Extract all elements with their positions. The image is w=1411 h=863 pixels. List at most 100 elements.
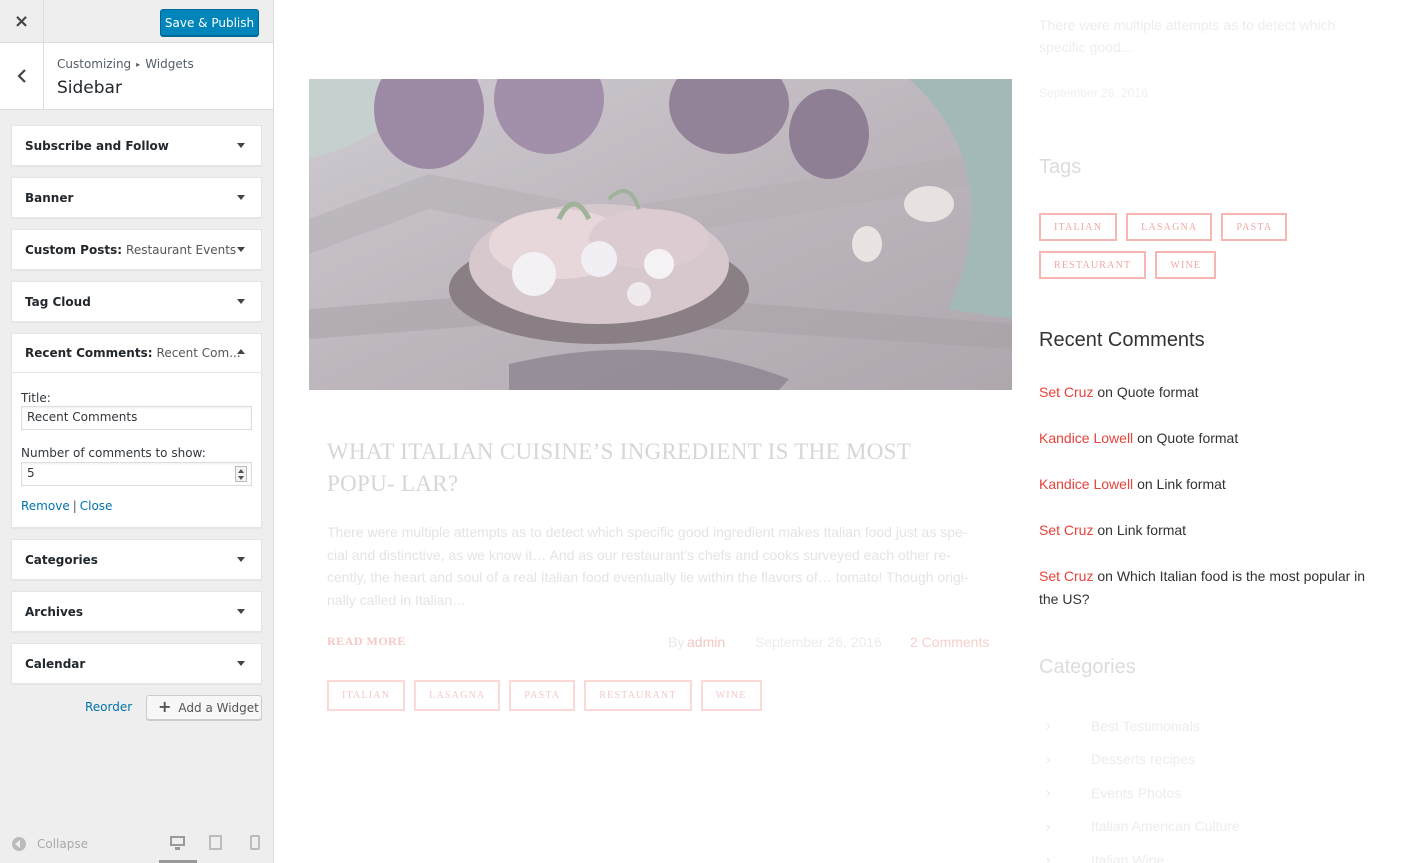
- tags-widget-title: Tags: [1039, 156, 1082, 178]
- category-item[interactable]: › Best Testimonials: [1046, 709, 1240, 743]
- category-label: Italian Wine: [1091, 851, 1165, 863]
- tag-cloud-item[interactable]: PASTA: [1221, 213, 1288, 241]
- back-button[interactable]: [0, 43, 44, 109]
- post-tag[interactable]: ITALIAN: [327, 680, 406, 711]
- customizer-footer: Collapse: [0, 825, 273, 863]
- recent-comment-item: Set Cruz on Link format: [1039, 519, 1384, 542]
- post-date[interactable]: September 26, 2016: [755, 634, 882, 650]
- post-title[interactable]: WHAT ITALIAN CUISINE’S INGREDIENT IS THE…: [327, 436, 977, 500]
- section-header: Customizing ▸ Widgets Sidebar: [0, 43, 273, 110]
- widget-subtitle: Restaurant Events: [126, 242, 237, 257]
- category-item[interactable]: › Events Photos: [1046, 776, 1240, 810]
- comment-post-link[interactable]: Link format: [1157, 476, 1226, 492]
- widget-custom-posts[interactable]: Custom Posts: Restaurant Events: [11, 229, 262, 270]
- customizer-panel: × Save & Publish Customizing ▸ Widgets Sid…: [0, 0, 274, 863]
- comment-on: on: [1097, 384, 1113, 400]
- caret-up-icon[interactable]: [237, 349, 245, 354]
- collapse-label: Collapse: [37, 837, 88, 851]
- caret-down-icon[interactable]: [237, 609, 245, 614]
- category-item[interactable]: › Desserts recipes: [1046, 743, 1240, 777]
- widget-form: Title: Recent Comments Number of comment…: [12, 373, 261, 527]
- desktop-preview-icon[interactable]: [170, 835, 186, 851]
- widget-title: Archives: [25, 604, 84, 619]
- comment-post-link[interactable]: Quote format: [1117, 384, 1199, 400]
- tablet-preview-icon[interactable]: [208, 835, 224, 851]
- categories-list: › Best Testimonials › Desserts recipes › Ev…: [1046, 709, 1240, 863]
- widget-title: Banner: [25, 190, 74, 205]
- category-item[interactable]: › Italian Wine: [1046, 843, 1240, 863]
- post-tags: ITALIAN LASAGNA PASTA RESTAURANT WINE: [327, 680, 762, 711]
- comment-author-link[interactable]: Set Cruz: [1039, 568, 1093, 584]
- post-author-link[interactable]: admin: [687, 634, 725, 650]
- tag-cloud-item[interactable]: WINE: [1155, 251, 1217, 279]
- save-publish-button[interactable]: Save & Publish: [160, 9, 259, 36]
- recent-comment-item: Set Cruz on Which Italian food is the mo…: [1039, 565, 1384, 611]
- comment-post-link[interactable]: Quote format: [1157, 430, 1239, 446]
- reorder-link[interactable]: Reorder: [85, 700, 132, 714]
- caret-down-icon[interactable]: [237, 557, 245, 562]
- breadcrumb-current: Widgets: [145, 57, 194, 71]
- close-icon: ×: [13, 11, 30, 32]
- title-input[interactable]: Recent Comments: [21, 406, 252, 430]
- post-tag[interactable]: RESTAURANT: [584, 680, 692, 711]
- post-tag[interactable]: LASAGNA: [414, 680, 501, 711]
- post-tag[interactable]: PASTA: [509, 680, 576, 711]
- mobile-preview-icon[interactable]: [248, 835, 264, 851]
- category-item[interactable]: › Italian American Culture: [1046, 810, 1240, 844]
- close-link[interactable]: Close: [80, 499, 113, 513]
- widget-title: Custom Posts:: [25, 242, 123, 257]
- comment-author-link[interactable]: Set Cruz: [1039, 384, 1093, 400]
- add-widget-button[interactable]: + Add a Widget: [146, 695, 262, 720]
- widget-tag-cloud[interactable]: Tag Cloud: [11, 281, 262, 322]
- widget-banner[interactable]: Banner: [11, 177, 262, 218]
- widget-title: Tag Cloud: [25, 294, 91, 309]
- tag-cloud-item[interactable]: LASAGNA: [1126, 213, 1213, 241]
- chevron-right-icon: ›: [1046, 751, 1051, 767]
- chevron-right-icon: ›: [1046, 818, 1051, 834]
- post-tag[interactable]: WINE: [700, 680, 762, 711]
- widget-title: Calendar: [25, 656, 86, 671]
- widget-subtitle: Recent Com...: [156, 346, 241, 360]
- comment-author-link[interactable]: Kandice Lowell: [1039, 476, 1133, 492]
- food-photo-illustration: [309, 79, 1012, 390]
- widget-actions: Remove | Close: [21, 499, 112, 513]
- add-widget-label: Add a Widget: [178, 700, 259, 715]
- count-input[interactable]: 5: [21, 462, 252, 486]
- widget-title: Categories: [25, 552, 98, 567]
- post-featured-image[interactable]: [309, 79, 1012, 390]
- chevron-right-icon: ›: [1046, 852, 1051, 863]
- caret-down-icon[interactable]: [237, 247, 245, 252]
- close-customizer-button[interactable]: ×: [0, 0, 44, 43]
- widget-categories[interactable]: Categories: [11, 539, 262, 580]
- recent-comments-title: Recent Comments: [1039, 329, 1205, 351]
- caret-down-icon[interactable]: [237, 143, 245, 148]
- comment-post-link[interactable]: Link format: [1117, 522, 1186, 538]
- widget-subscribe-and-follow[interactable]: Subscribe and Follow: [11, 125, 262, 166]
- read-more-link[interactable]: READ MORE: [327, 634, 406, 649]
- comment-on: on: [1097, 568, 1113, 584]
- tag-cloud-item[interactable]: ITALIAN: [1039, 213, 1118, 241]
- comment-on: on: [1137, 476, 1153, 492]
- number-spinner-icon[interactable]: [235, 466, 247, 482]
- widget-recent-comments[interactable]: Recent Comments: Recent Com... Title: Rec…: [11, 333, 262, 528]
- tag-cloud-item[interactable]: RESTAURANT: [1039, 251, 1147, 279]
- comment-on: on: [1097, 522, 1113, 538]
- recent-comment-item: Set Cruz on Quote format: [1039, 381, 1384, 404]
- widget-calendar[interactable]: Calendar: [11, 643, 262, 684]
- caret-down-icon[interactable]: [237, 299, 245, 304]
- widget-archives[interactable]: Archives: [11, 591, 262, 632]
- comment-author-link[interactable]: Kandice Lowell: [1039, 430, 1133, 446]
- post-excerpt: There were multiple attempts as to detec…: [327, 524, 969, 608]
- title-label: Title:: [21, 391, 51, 405]
- post-comments-link[interactable]: 2 Comments: [910, 634, 989, 650]
- sidebar-event-date: September 26, 2016: [1039, 86, 1148, 100]
- remove-link[interactable]: Remove: [21, 499, 70, 513]
- caret-down-icon[interactable]: [237, 195, 245, 200]
- chevron-right-icon: ›: [1046, 785, 1051, 801]
- comment-author-link[interactable]: Set Cruz: [1039, 522, 1093, 538]
- plus-icon: +: [158, 697, 172, 716]
- tag-cloud: ITALIAN LASAGNA PASTA RESTAURANT WINE: [1039, 213, 1359, 279]
- collapse-button[interactable]: Collapse: [12, 837, 88, 851]
- caret-down-icon[interactable]: [237, 661, 245, 666]
- widget-title: Subscribe and Follow: [25, 138, 169, 153]
